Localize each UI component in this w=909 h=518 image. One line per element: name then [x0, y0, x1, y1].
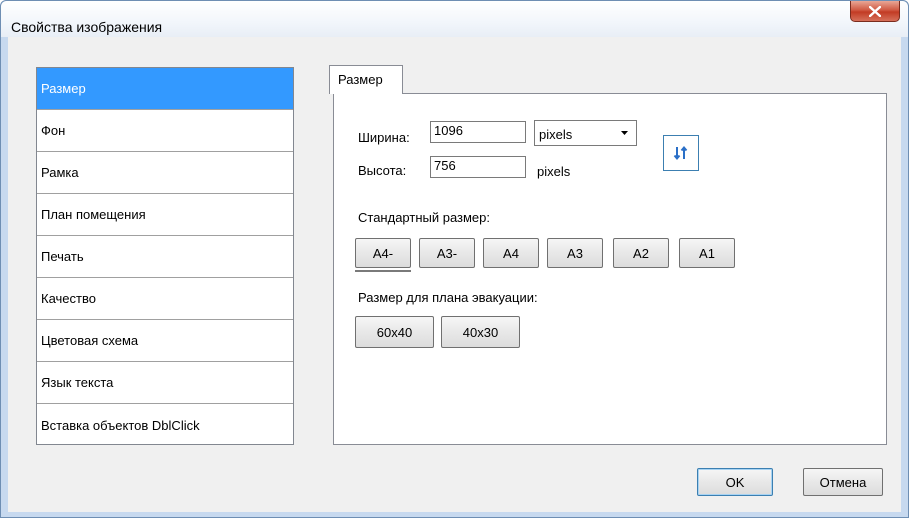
window-title: Свойства изображения [11, 19, 163, 35]
dialog-client-area: Размер Фон Рамка План помещения Печать К… [8, 37, 901, 512]
height-label: Высота: [358, 163, 407, 178]
category-item-quality[interactable]: Качество [37, 278, 293, 320]
height-units-label: pixels [537, 164, 571, 179]
standard-size-label: Стандартный размер: [358, 210, 490, 225]
category-item-floor-plan[interactable]: План помещения [37, 194, 293, 236]
title-bar: Свойства изображения [1, 1, 908, 37]
evac-60x40-button[interactable]: 60x40 [355, 316, 434, 348]
tab-size[interactable]: Размер [329, 65, 403, 94]
category-item-label: Язык текста [41, 375, 114, 390]
category-item-label: Цветовая схема [41, 333, 139, 348]
category-item-label: Рамка [41, 165, 79, 180]
category-item-label: Вставка объектов DblClick [41, 417, 200, 433]
swap-dimensions-icon [673, 145, 688, 161]
evac-40x30-button[interactable]: 40x30 [441, 316, 520, 348]
close-button[interactable] [850, 1, 900, 22]
width-input[interactable]: 1096 [430, 121, 526, 143]
category-item-label: Качество [41, 291, 96, 306]
height-input[interactable]: 756 [430, 156, 526, 178]
preset-a3-minus-button[interactable]: A3- [419, 238, 475, 268]
category-item-dblclick-insert[interactable]: Вставка объектов DblClick [37, 404, 293, 446]
category-item-size[interactable]: Размер [37, 68, 293, 110]
category-item-color-scheme[interactable]: Цветовая схема [37, 320, 293, 362]
category-list: Размер Фон Рамка План помещения Печать К… [36, 67, 294, 445]
preset-a3-button[interactable]: A3 [547, 238, 603, 268]
dialog-window: Свойства изображения Размер Фон Рамка Пл… [0, 0, 909, 518]
category-item-label: Фон [41, 123, 66, 138]
cancel-button[interactable]: Отмена [803, 468, 883, 496]
category-item-background[interactable]: Фон [37, 110, 293, 152]
units-dropdown[interactable]: pixels [534, 120, 637, 146]
category-item-label: План помещения [41, 207, 146, 222]
category-item-frame[interactable]: Рамка [37, 152, 293, 194]
preset-a4-minus-button[interactable]: A4- [355, 238, 411, 268]
preset-a2-button[interactable]: A2 [613, 238, 669, 268]
category-item-label: Печать [41, 249, 84, 264]
preset-a1-button[interactable]: A1 [679, 238, 735, 268]
category-item-text-language[interactable]: Язык текста [37, 362, 293, 404]
category-item-label: Размер [41, 81, 86, 96]
evac-size-label: Размер для плана эвакуации: [358, 290, 538, 305]
close-icon [869, 5, 881, 17]
width-label: Ширина: [358, 130, 410, 145]
units-dropdown-value: pixels [539, 127, 573, 142]
ok-button[interactable]: OK [697, 468, 773, 496]
preset-a4-button[interactable]: A4 [483, 238, 539, 268]
chevron-down-icon [621, 131, 628, 135]
selected-preset-indicator [355, 270, 411, 272]
swap-dimensions-button[interactable] [663, 135, 699, 171]
category-item-print[interactable]: Печать [37, 236, 293, 278]
